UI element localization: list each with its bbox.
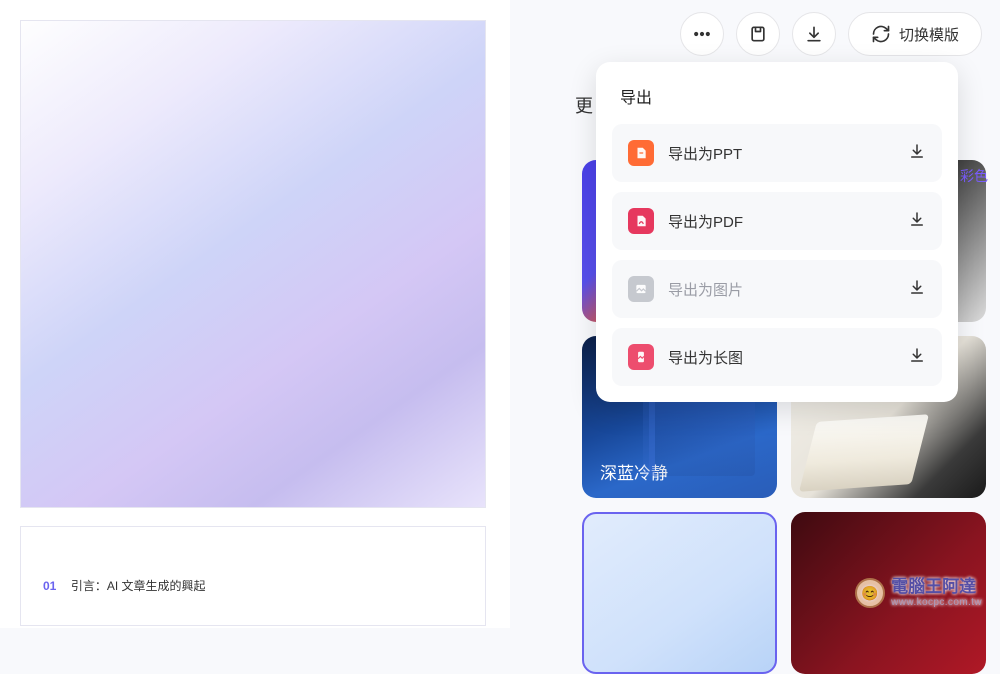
slide-title: 引言：AI 文章生成的興起 <box>71 579 206 593</box>
more-button[interactable] <box>680 12 724 56</box>
watermark-face-icon: 😊 <box>855 578 885 608</box>
pdf-icon <box>628 208 654 234</box>
export-image-item[interactable]: 导出为图片 <box>612 260 942 318</box>
save-icon <box>748 24 768 44</box>
long-image-icon <box>628 344 654 370</box>
export-ppt-label: 导出为PPT <box>668 143 894 164</box>
watermark: 😊 電腦王阿達 www.kocpc.com.tw <box>855 578 982 608</box>
export-pdf-label: 导出为PDF <box>668 211 894 232</box>
ppt-icon <box>628 140 654 166</box>
slide-number: 01 <box>43 579 56 593</box>
download-icon <box>908 346 926 369</box>
watermark-sub: www.kocpc.com.tw <box>891 597 982 608</box>
slide-thumbnail-2[interactable]: 01 引言：AI 文章生成的興起 <box>20 526 486 626</box>
export-dropdown-title: 导出 <box>620 84 934 108</box>
template-name-warm: 暖光日常 <box>809 459 877 484</box>
download-button[interactable] <box>792 12 836 56</box>
panel-label: 更 <box>575 92 593 118</box>
switch-template-label: 切换模版 <box>899 24 959 45</box>
download-icon <box>908 142 926 165</box>
export-long-image-label: 导出为长图 <box>668 347 894 368</box>
download-icon <box>908 210 926 233</box>
refresh-icon <box>871 24 891 44</box>
right-panel: 切换模版 更 彩色 深蓝冷静 暖光日常 导出 导出为PPT <box>510 0 1000 628</box>
switch-template-button[interactable]: 切换模版 <box>848 12 982 56</box>
download-icon <box>804 24 824 44</box>
export-long-image-item[interactable]: 导出为长图 <box>612 328 942 386</box>
slide-thumbnail-1[interactable] <box>20 20 486 508</box>
export-image-label: 导出为图片 <box>668 279 894 300</box>
template-card-light-selected[interactable] <box>582 512 777 674</box>
download-icon <box>908 278 926 301</box>
color-tag[interactable]: 彩色 <box>960 166 988 186</box>
image-icon <box>628 276 654 302</box>
watermark-text: 電腦王阿達 <box>891 578 982 597</box>
export-ppt-item[interactable]: 导出为PPT <box>612 124 942 182</box>
more-icon <box>692 24 712 44</box>
template-name-blue: 深蓝冷静 <box>600 459 668 484</box>
export-pdf-item[interactable]: 导出为PDF <box>612 192 942 250</box>
save-button[interactable] <box>736 12 780 56</box>
top-toolbar: 切换模版 <box>680 12 982 56</box>
slide-thumbnail-panel: 01 引言：AI 文章生成的興起 <box>0 0 510 628</box>
export-dropdown: 导出 导出为PPT 导出为PDF <box>596 62 958 402</box>
